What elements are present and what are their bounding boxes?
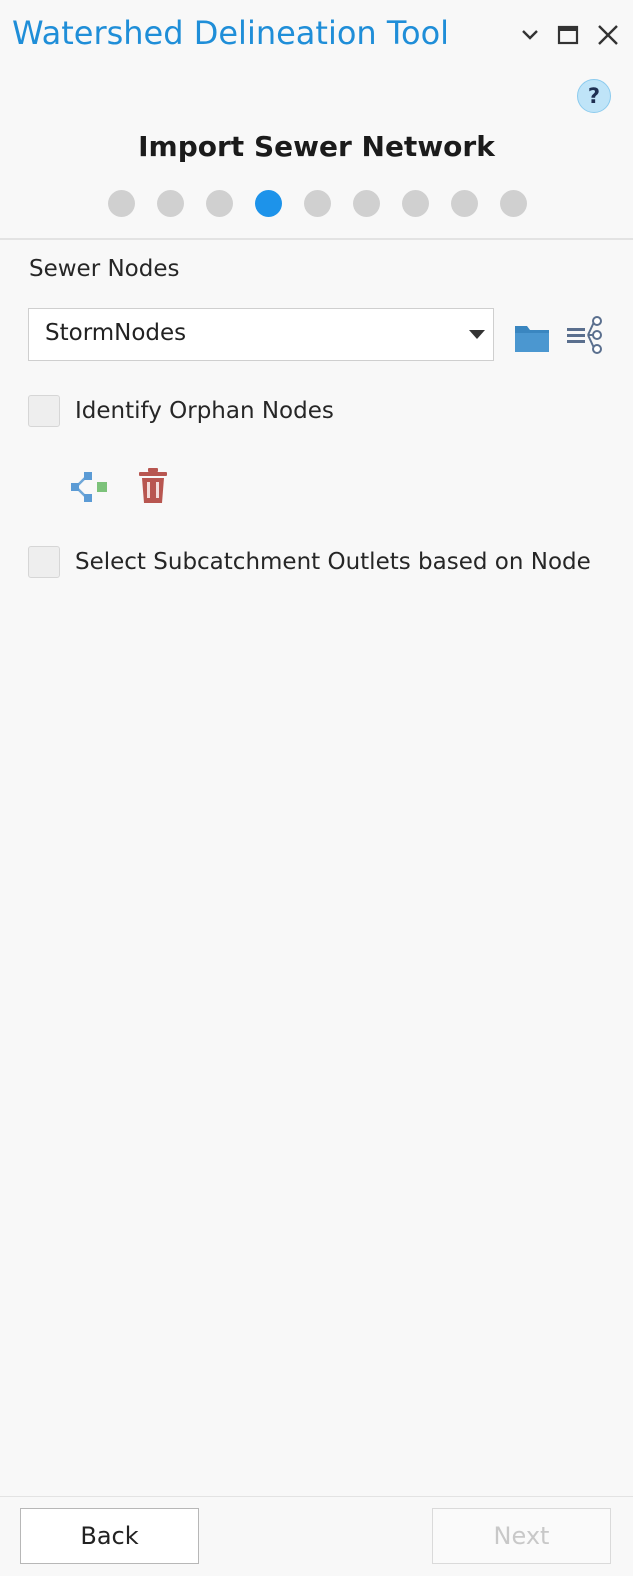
- step-dot: [157, 190, 184, 217]
- sewer-nodes-dropdown[interactable]: StormNodes: [28, 308, 494, 361]
- step-dot: [108, 190, 135, 217]
- identify-orphan-nodes-checkbox[interactable]: [28, 395, 60, 427]
- identify-orphan-nodes-row: Identify Orphan Nodes: [28, 395, 334, 427]
- pane-title: Watershed Delineation Tool: [12, 14, 450, 52]
- folder-icon[interactable]: [513, 318, 551, 356]
- identify-orphan-nodes-label: Identify Orphan Nodes: [75, 398, 334, 424]
- select-outlets-label: Select Subcatchment Outlets based on Nod…: [75, 549, 591, 575]
- dropdown-arrow-icon: [469, 330, 485, 339]
- sewer-nodes-label: Sewer Nodes: [29, 256, 180, 282]
- divider: [0, 238, 633, 240]
- trash-icon[interactable]: [135, 466, 171, 506]
- step-dot: [353, 190, 380, 217]
- help-icon[interactable]: ?: [577, 79, 611, 113]
- chevron-down-icon[interactable]: [515, 20, 545, 50]
- step-dot: [206, 190, 233, 217]
- step-indicator: [108, 190, 527, 217]
- footer-divider: [0, 1496, 633, 1497]
- next-button[interactable]: Next: [432, 1508, 611, 1564]
- step-dot: [402, 190, 429, 217]
- step-dot: [500, 190, 527, 217]
- attribute-table-icon[interactable]: [566, 314, 606, 356]
- sewer-nodes-selected-value: StormNodes: [45, 320, 187, 346]
- select-outlets-row: Select Subcatchment Outlets based on Nod…: [28, 546, 591, 578]
- step-dot: [304, 190, 331, 217]
- title-bar: Watershed Delineation Tool: [0, 0, 633, 72]
- step-dot: [451, 190, 478, 217]
- step-title: Import Sewer Network: [138, 130, 495, 163]
- close-icon[interactable]: [593, 20, 623, 50]
- select-outlets-checkbox[interactable]: [28, 546, 60, 578]
- wizard-pane: Watershed Delineation Tool ? Import Sewe…: [0, 0, 633, 1576]
- back-button[interactable]: Back: [20, 1508, 199, 1564]
- orphan-node-icon[interactable]: [68, 468, 110, 506]
- step-dot-active: [255, 190, 282, 217]
- select-outlets-clip: Select Subcatchment Outlets based on Nod…: [0, 540, 612, 590]
- maximize-icon[interactable]: [553, 20, 583, 50]
